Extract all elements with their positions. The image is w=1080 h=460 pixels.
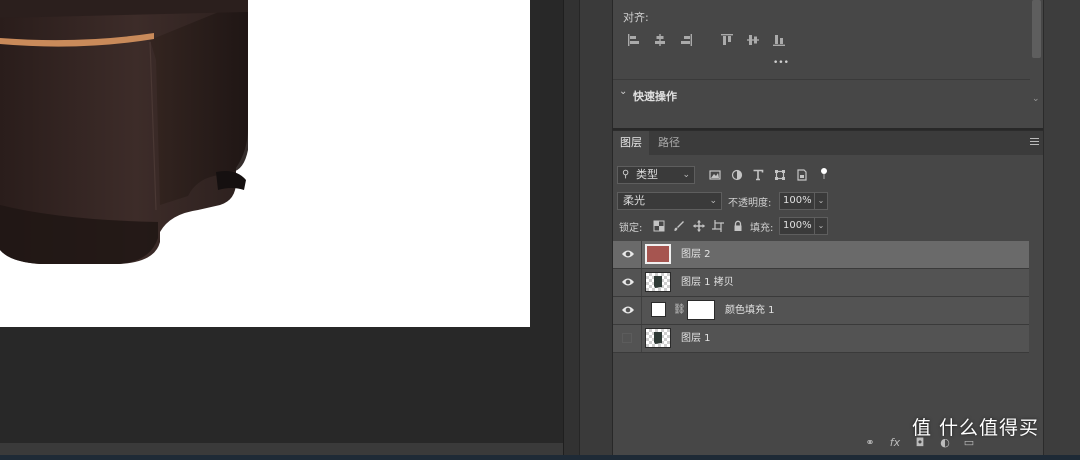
properties-panel bbox=[613, 0, 1043, 128]
opacity-chevron-icon[interactable]: ⌄ bbox=[814, 192, 828, 210]
status-strip bbox=[0, 455, 1080, 460]
eye-icon bbox=[621, 248, 635, 260]
layer-name[interactable]: 图层 2 bbox=[681, 241, 711, 268]
lock-image-pixels-icon[interactable] bbox=[673, 220, 685, 232]
layer-name[interactable]: 图层 1 拷贝 bbox=[681, 269, 734, 296]
chevron-down-icon[interactable]: ⌄ bbox=[619, 86, 627, 97]
blend-mode-dropdown[interactable]: 柔光 ⌄ bbox=[617, 192, 722, 210]
link-layers-icon[interactable]: ⚭ bbox=[863, 436, 877, 450]
hidden-visibility-box bbox=[622, 333, 632, 343]
watermark: 值 什么值得买 bbox=[912, 417, 1040, 439]
visibility-toggle[interactable] bbox=[613, 325, 642, 352]
section-divider bbox=[613, 79, 1030, 80]
lock-artboard-icon[interactable] bbox=[712, 220, 724, 232]
layer-row-1-copy[interactable]: 图层 1 拷贝 bbox=[613, 269, 1029, 297]
more-options-button[interactable]: ••• bbox=[773, 58, 789, 68]
filter-type-icon[interactable] bbox=[752, 169, 764, 181]
align-bottom-icon[interactable] bbox=[772, 33, 786, 47]
layer-filter-label: 类型 bbox=[636, 168, 658, 181]
lock-all-icon[interactable] bbox=[732, 220, 744, 232]
layer-row-color-fill[interactable]: ⛓ 颜色填充 1 bbox=[613, 297, 1029, 325]
fill-chevron-icon[interactable]: ⌄ bbox=[814, 217, 828, 235]
filter-smart-object-icon[interactable] bbox=[796, 169, 808, 181]
lock-position-icon[interactable] bbox=[693, 220, 705, 232]
visibility-toggle[interactable] bbox=[613, 269, 642, 296]
filter-toggle-icon[interactable] bbox=[818, 167, 830, 179]
quick-actions-title[interactable]: 快速操作 bbox=[633, 88, 677, 104]
align-left-icon[interactable] bbox=[627, 33, 641, 47]
chevron-down-icon: ⌄ bbox=[682, 170, 690, 180]
fx-button[interactable]: fx bbox=[888, 436, 902, 450]
properties-scroll-thumb[interactable] bbox=[1032, 0, 1041, 58]
visibility-toggle[interactable] bbox=[613, 297, 642, 324]
lock-transparent-pixels-icon[interactable] bbox=[653, 220, 665, 232]
layer-thumbnail[interactable] bbox=[645, 328, 671, 348]
link-icon[interactable]: ⛓ bbox=[673, 304, 686, 315]
tab-paths[interactable]: 路径 bbox=[651, 131, 687, 155]
scroll-down-icon[interactable]: ⌄ bbox=[1032, 94, 1040, 104]
align-top-icon[interactable] bbox=[720, 33, 734, 47]
panel-dock-column bbox=[579, 0, 612, 455]
align-title: 对齐: bbox=[623, 11, 649, 24]
align-right-icon[interactable] bbox=[679, 33, 693, 47]
layer-thumbnail[interactable] bbox=[645, 244, 671, 264]
align-center-horizontal-icon[interactable] bbox=[653, 33, 667, 47]
search-icon: ⚲ bbox=[622, 169, 630, 180]
layer-mask-thumbnail[interactable] bbox=[687, 300, 715, 320]
eye-icon bbox=[621, 276, 635, 288]
filter-pixel-icon[interactable] bbox=[709, 169, 721, 181]
layer-filter-dropdown[interactable]: ⚲ 类型 ⌄ bbox=[617, 166, 695, 184]
layers-scrollbar[interactable] bbox=[1030, 241, 1043, 431]
product-thumb-icon bbox=[654, 276, 662, 288]
layer-thumbnail[interactable] bbox=[645, 272, 671, 292]
chevron-down-icon: ⌄ bbox=[709, 196, 717, 206]
opacity-field[interactable]: 100% bbox=[779, 192, 815, 210]
layer-name[interactable]: 颜色填充 1 bbox=[725, 297, 775, 324]
filter-shape-icon[interactable] bbox=[774, 169, 786, 181]
blend-mode-value: 柔光 bbox=[623, 194, 645, 207]
fill-label: 填充: bbox=[750, 223, 774, 234]
layer-row-2[interactable]: 图层 2 bbox=[613, 241, 1029, 269]
fill-field[interactable]: 100% bbox=[779, 217, 815, 235]
visibility-toggle[interactable] bbox=[613, 241, 642, 268]
layer-row-1[interactable]: 图层 1 bbox=[613, 325, 1029, 353]
align-center-vertical-icon[interactable] bbox=[746, 33, 760, 47]
lock-label: 锁定: bbox=[619, 223, 643, 234]
tab-layers[interactable]: 图层 bbox=[613, 131, 649, 155]
eye-icon bbox=[621, 304, 635, 316]
panel-divider bbox=[563, 0, 580, 455]
layers-tab-bar: 图层 路径 bbox=[613, 131, 1043, 155]
product-image bbox=[0, 0, 248, 264]
fill-color-swatch[interactable] bbox=[651, 302, 666, 317]
panel-menu-icon[interactable] bbox=[1030, 138, 1039, 146]
canvas-horizontal-scrollbar[interactable] bbox=[0, 443, 563, 455]
filter-adjustment-icon[interactable] bbox=[731, 169, 743, 181]
document-canvas[interactable] bbox=[0, 0, 530, 327]
opacity-label: 不透明度: bbox=[728, 198, 772, 209]
layer-name[interactable]: 图层 1 bbox=[681, 325, 711, 352]
right-dock-strip bbox=[1043, 0, 1080, 455]
product-thumb-icon bbox=[654, 332, 662, 344]
